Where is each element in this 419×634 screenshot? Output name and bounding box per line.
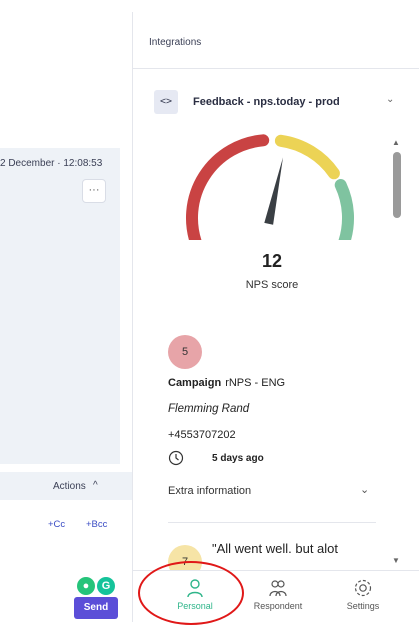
campaign-line: Campaign rNPS - ENG — [168, 377, 285, 389]
add-cc-link[interactable]: +Cc — [48, 519, 65, 530]
nav-label-settings: Settings — [346, 601, 380, 611]
scroll-down-arrow[interactable]: ▼ — [392, 556, 400, 565]
nav-tab-settings[interactable]: Settings — [323, 571, 403, 623]
respondent-icon — [269, 580, 287, 597]
highlight-annotation — [138, 561, 244, 625]
extra-information-toggle[interactable]: Extra information — [168, 485, 251, 497]
code-icon: <> — [154, 90, 178, 114]
more-options-button[interactable]: ··· — [82, 179, 106, 203]
campaign-label: Campaign — [168, 377, 222, 389]
gauge-green-segment — [334, 179, 354, 240]
response-separator — [168, 522, 376, 523]
email-timestamp: 2 December · 12:08:53 — [0, 158, 103, 169]
actions-label[interactable]: Actions — [53, 481, 86, 492]
campaign-value: rNPS - ENG — [225, 377, 286, 389]
integrations-header: Integrations — [149, 37, 202, 48]
gauge-yellow-segment — [274, 134, 340, 180]
nps-score-value: 12 — [261, 251, 283, 271]
nps-score-label: NPS score — [245, 279, 299, 291]
location-pin-extension-icon[interactable]: ● — [77, 577, 95, 595]
response-time-ago: 5 days ago — [212, 453, 264, 464]
gauge-needle — [264, 157, 283, 225]
send-button[interactable]: Send — [74, 597, 118, 619]
widget-title[interactable]: Feedback - nps.today - prod — [193, 96, 340, 108]
caret-up-icon[interactable]: ^ — [93, 480, 98, 491]
nps-gauge — [186, 134, 354, 240]
nav-label-respondent: Respondent — [253, 601, 303, 611]
score-badge: 5 — [168, 335, 202, 369]
header-divider — [133, 68, 419, 69]
nav-tab-respondent[interactable]: Respondent — [238, 571, 318, 623]
respondent-name: Flemming Rand — [168, 403, 250, 415]
scroll-up-arrow[interactable]: ▲ — [392, 138, 400, 147]
gauge-red-segment — [186, 134, 270, 240]
add-bcc-link[interactable]: +Bcc — [86, 519, 107, 530]
clock-icon — [168, 450, 184, 466]
gear-icon — [354, 579, 372, 597]
scrollbar-thumb[interactable] — [393, 152, 401, 218]
respondent-phone: +4553707202 — [168, 429, 236, 441]
grammarly-extension-icon[interactable]: G — [97, 577, 115, 595]
response-quote: "All went well. but alot — [212, 541, 339, 556]
chevron-down-icon[interactable]: ⌄ — [386, 94, 394, 105]
chevron-down-icon[interactable]: ⌄ — [360, 483, 369, 496]
